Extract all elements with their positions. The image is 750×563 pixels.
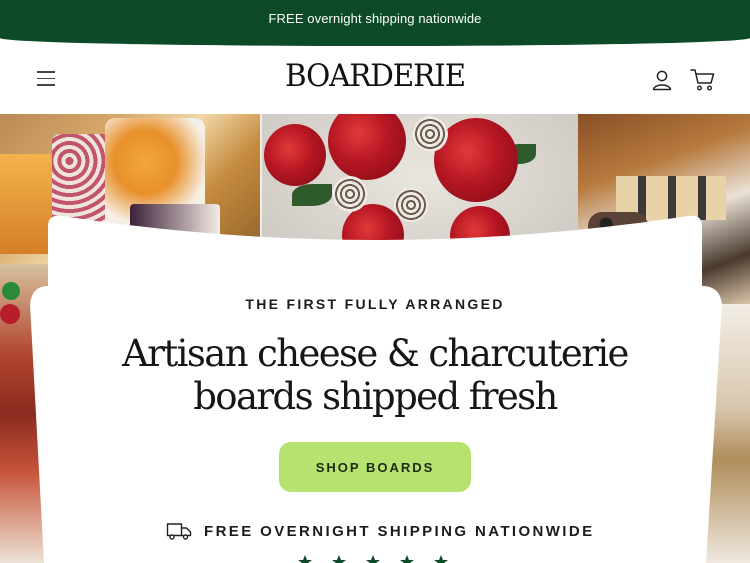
shop-boards-button[interactable]: SHOP BOARDS bbox=[279, 442, 471, 492]
hero-headline-line-2: boards shipped fresh bbox=[193, 375, 558, 418]
account-icon[interactable] bbox=[651, 69, 673, 91]
cart-icon[interactable] bbox=[690, 68, 716, 92]
announcement-bar: FREE overnight shipping nationwide bbox=[0, 0, 750, 46]
shipping-text: FREE OVERNIGHT SHIPPING NATIONWIDE bbox=[204, 522, 595, 540]
logo-text: BOARDERIE bbox=[285, 58, 466, 94]
announcement-text: FREE overnight shipping nationwide bbox=[268, 11, 482, 26]
star-icon bbox=[332, 554, 346, 563]
hero-eyebrow: THE FIRST FULLY ARRANGED bbox=[245, 296, 505, 312]
star-icon bbox=[434, 554, 448, 563]
hero-headline: Artisan cheese & charcuterie boards ship… bbox=[100, 332, 650, 418]
hero-section: THE FIRST FULLY ARRANGED Artisan cheese … bbox=[0, 114, 750, 563]
site-header: BOARDERIE bbox=[0, 46, 750, 114]
shipping-note: FREE OVERNIGHT SHIPPING NATIONWIDE bbox=[166, 519, 595, 543]
truck-icon bbox=[166, 523, 192, 540]
rating-stars bbox=[298, 554, 458, 563]
logo-link[interactable]: BOARDERIE bbox=[275, 46, 475, 114]
star-icon bbox=[366, 554, 380, 563]
hero-headline-line-1: Artisan cheese & charcuterie bbox=[122, 332, 629, 375]
star-icon bbox=[298, 554, 312, 563]
star-icon bbox=[400, 554, 414, 563]
